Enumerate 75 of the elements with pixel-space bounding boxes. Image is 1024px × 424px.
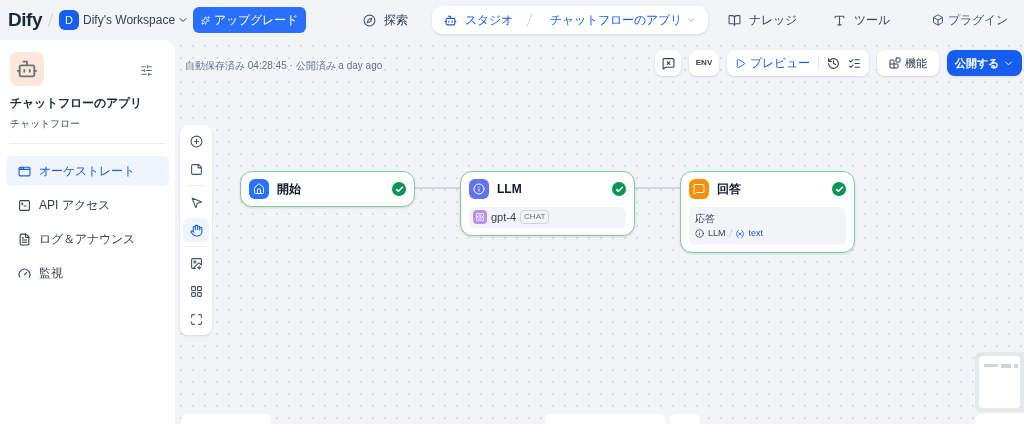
tool-button[interactable] <box>183 218 209 242</box>
play-icon <box>735 57 746 69</box>
nav-label: ナレッジ <box>749 12 798 29</box>
nav-label: 探索 <box>384 12 409 29</box>
add-icon <box>189 134 203 148</box>
note-icon <box>189 162 203 176</box>
app-name: チャットフローのアプリ <box>9 95 143 112</box>
save-status: 自動保存済み 04:28:45 · 公開済み a day ago <box>185 59 383 73</box>
workflow-node[interactable]: LLM gpt-4 CHAT <box>460 171 635 236</box>
env-button[interactable]: ENV <box>689 50 719 76</box>
workflow-node[interactable]: 回答 応答 LLM text <box>680 171 855 253</box>
node-title: 開始 <box>277 181 302 198</box>
nav-tab[interactable]: 探索 <box>351 6 425 34</box>
pointer-icon <box>189 195 203 209</box>
history-icon[interactable] <box>827 56 840 70</box>
sidebar-item[interactable]: オーケストレート <box>6 156 169 186</box>
mode-tag: CHAT <box>520 210 550 225</box>
minimap <box>975 352 1024 412</box>
nav-icon <box>833 13 847 27</box>
publish-button[interactable]: 公開する <box>947 50 1022 76</box>
nav-tab[interactable]: ツール <box>821 6 907 34</box>
grid-icon <box>189 284 203 298</box>
check-icon <box>612 182 626 196</box>
sidebar-item[interactable]: API アクセス <box>6 190 169 220</box>
nav-icon <box>18 232 31 246</box>
nav-icon <box>18 164 31 178</box>
node-title: 回答 <box>717 181 742 198</box>
cube-icon <box>932 14 944 26</box>
variable-name: text <box>748 227 764 240</box>
workspace-switcher[interactable]: Dify's Workspace <box>83 11 190 29</box>
upgrade-button[interactable]: アップグレード <box>193 7 307 33</box>
edge-line <box>415 187 460 189</box>
workspace-avatar: D <box>59 10 79 30</box>
answer-label: 応答 <box>695 212 716 226</box>
comment-button[interactable] <box>655 50 681 76</box>
check-icon <box>392 182 406 196</box>
logo[interactable]: Dify <box>8 5 42 35</box>
sidebar-label: オーケストレート <box>39 163 135 180</box>
nav-icon <box>18 198 31 212</box>
nav-tab[interactable]: スタジオ チャットフローのアプリ <box>432 6 709 34</box>
fit-view-icon <box>189 312 203 326</box>
app-type: チャットフロー <box>9 117 81 131</box>
check-icon <box>832 182 846 196</box>
nav-icon <box>363 13 377 27</box>
blocks-icon <box>889 57 901 69</box>
edge-line <box>635 187 680 189</box>
model-name: gpt-4 <box>491 210 517 225</box>
sidebar-item[interactable]: 監視 <box>6 258 169 288</box>
hand-icon <box>189 223 203 237</box>
sidebar-label: API アクセス <box>39 197 110 214</box>
sparkle-icon <box>201 15 211 25</box>
checklist-icon[interactable] <box>848 56 861 70</box>
workflow-node[interactable]: 開始 <box>240 171 415 207</box>
comment-icon <box>661 56 675 70</box>
app-avatar <box>10 52 44 86</box>
variable-source: LLM <box>708 227 726 240</box>
nav-tab[interactable]: ナレッジ <box>716 6 814 34</box>
chevron-icon <box>686 15 697 25</box>
image-export-icon <box>189 256 203 270</box>
sidebar-item[interactable]: ログ＆アナウンス <box>6 224 169 254</box>
nav-label: スタジオ <box>465 12 514 29</box>
settings-icon[interactable] <box>140 64 153 77</box>
nav-icon <box>18 266 31 280</box>
node-title: LLM <box>497 181 523 198</box>
nav-label: ツール <box>854 12 891 29</box>
sidebar-label: ログ＆アナウンス <box>39 231 135 248</box>
variable-icon <box>734 228 745 239</box>
plugins-button[interactable]: プラグイン <box>932 11 1008 29</box>
sidebar-label: 監視 <box>39 265 63 282</box>
nav-icon <box>728 13 742 27</box>
model-icon <box>473 210 487 225</box>
preview-button[interactable]: プレビュー <box>735 54 810 72</box>
app-switcher[interactable]: チャットフローのアプリ <box>550 11 697 29</box>
features-button[interactable]: 機能 <box>877 50 939 76</box>
nav-icon <box>444 13 458 27</box>
